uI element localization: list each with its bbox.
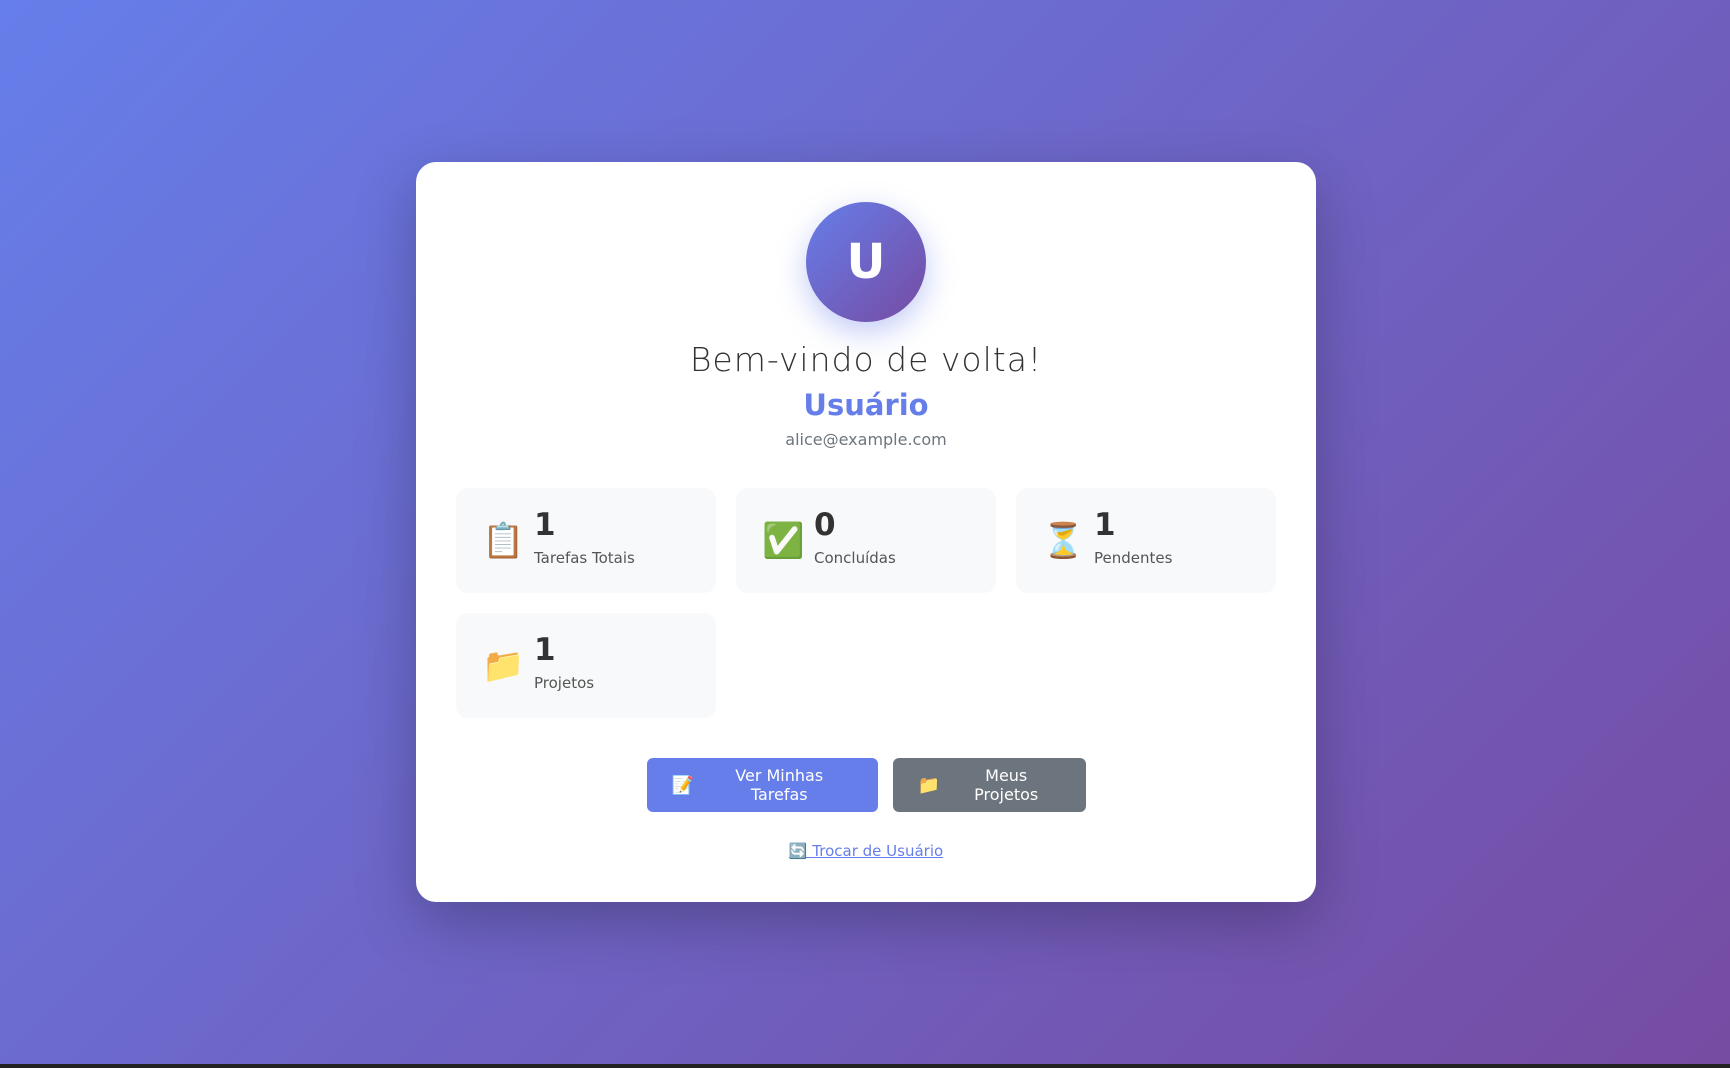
view-tasks-button[interactable]: 📝 Ver Minhas Tarefas (646, 758, 878, 812)
view-tasks-label: Ver Minhas Tarefas (735, 766, 824, 804)
stat-card-pending: ⏳ 1 Pendentes (1016, 488, 1276, 593)
check-icon: ✅ (762, 520, 805, 561)
stat-value: 1 (534, 632, 556, 668)
stat-label: Pendentes (1094, 549, 1173, 567)
switch-user-link[interactable]: 🔄 Trocar de Usuário (789, 842, 943, 860)
user-email: alice@example.com (785, 430, 947, 449)
stat-value: 1 (1094, 507, 1116, 543)
switch-user-label: Trocar de Usuário (812, 842, 944, 860)
my-projects-label: Meus Projetos (974, 766, 1039, 804)
welcome-heading: Bem-vindo de volta! (689, 340, 1043, 379)
folder-icon: 📁 (917, 774, 940, 796)
hourglass-icon: ⏳ (1042, 520, 1085, 561)
folder-icon: 📁 (482, 645, 525, 686)
stat-card-total-tasks: 📋 1 Tarefas Totais (456, 488, 716, 593)
user-name: Usuário (803, 388, 929, 422)
avatar: U (806, 202, 926, 322)
stat-label: Projetos (534, 674, 595, 692)
stat-card-projects: 📁 1 Projetos (456, 613, 716, 718)
action-buttons: 📝 Ver Minhas Tarefas 📁 Meus Projetos (416, 758, 1316, 812)
stat-card-completed: ✅ 0 Concluídas (736, 488, 996, 593)
avatar-initial: U (846, 234, 886, 290)
my-projects-button[interactable]: 📁 Meus Projetos (892, 758, 1086, 812)
switch-user-row: 🔄 Trocar de Usuário (416, 842, 1316, 860)
stat-value: 1 (534, 507, 556, 543)
stats-grid: 📋 1 Tarefas Totais ✅ 0 Concluídas ⏳ 1 Pe… (456, 488, 1276, 718)
memo-icon: 📝 (671, 774, 694, 796)
refresh-icon: 🔄 (788, 842, 808, 860)
bottom-edge (0, 1064, 1730, 1068)
stat-label: Tarefas Totais (534, 549, 635, 567)
welcome-card: U Bem-vindo de volta! Usuário alice@exam… (416, 162, 1316, 902)
stat-value: 0 (814, 507, 836, 543)
stat-label: Concluídas (814, 549, 896, 567)
clipboard-icon: 📋 (482, 520, 525, 561)
